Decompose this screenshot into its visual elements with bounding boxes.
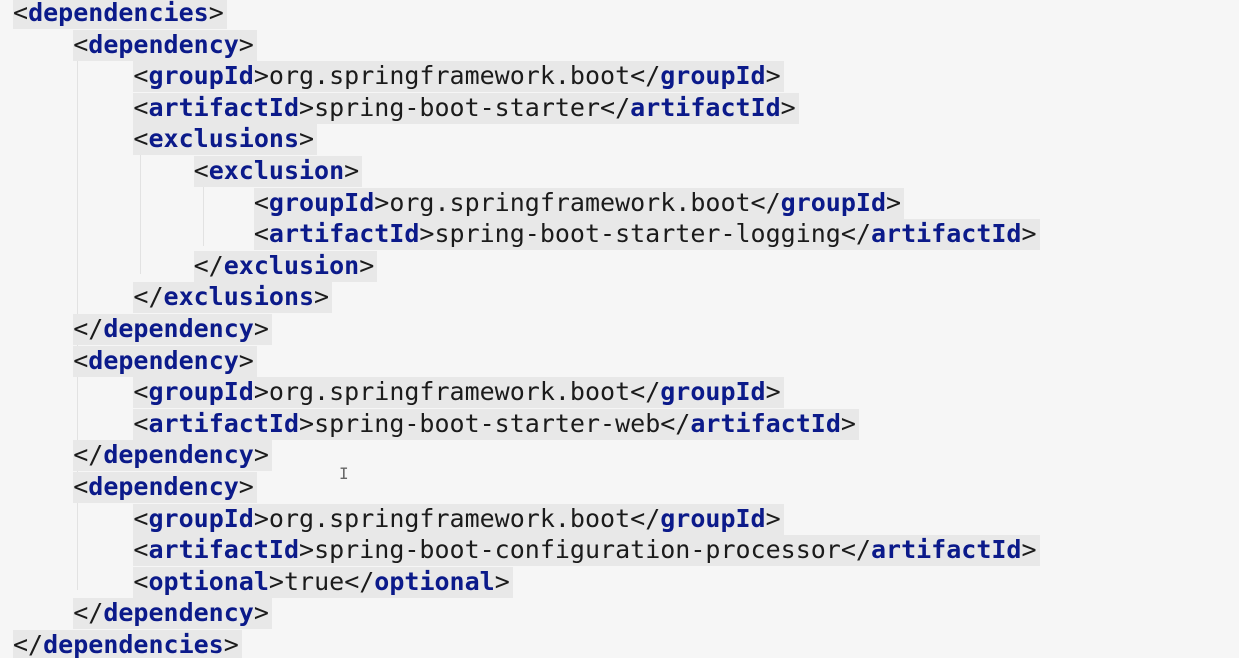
xml-text-value: org.springframework.boot: [268, 61, 631, 91]
xml-element: <exclusion>: [193, 155, 363, 187]
xml-tag-name: optional: [148, 566, 269, 596]
xml-tag-name: artifactId: [268, 219, 420, 249]
xml-element: <dependency>: [73, 29, 257, 61]
xml-element: <dependency>: [73, 471, 257, 503]
xml-code-block[interactable]: <dependencies> <dependency> <groupId>org…: [13, 0, 1040, 658]
xml-tag-name: artifactId: [630, 92, 781, 122]
xml-element: </dependencies>: [13, 629, 242, 658]
xml-tag-name: dependency: [88, 345, 239, 375]
xml-element: </exclusions>: [133, 282, 333, 314]
code-line[interactable]: </exclusion>: [13, 250, 1040, 282]
xml-element: <optional>true</optional>: [133, 566, 513, 598]
xml-tag-name: groupId: [148, 61, 254, 91]
xml-tag-name: groupId: [660, 503, 766, 533]
xml-tag-name: artifactId: [148, 535, 299, 565]
code-line[interactable]: <optional>true</optional>: [13, 566, 1040, 598]
xml-element: <artifactId>spring-boot-starter-web</art…: [133, 408, 859, 440]
code-line[interactable]: <dependency>: [13, 29, 1040, 61]
code-line[interactable]: <dependency>: [13, 345, 1040, 377]
xml-tag-name: exclusion: [208, 155, 345, 185]
code-line[interactable]: <groupId>org.springframework.boot</group…: [13, 187, 1040, 219]
xml-tag-name: exclusions: [163, 282, 315, 312]
xml-element: <groupId>org.springframework.boot</group…: [133, 503, 784, 535]
xml-text-value: true: [283, 566, 345, 596]
code-line[interactable]: <artifactId>spring-boot-configuration-pr…: [13, 534, 1040, 567]
xml-tag-name: dependency: [103, 598, 254, 628]
code-line[interactable]: <artifactId>spring-boot-starter-web</art…: [13, 408, 1040, 440]
code-editor[interactable]: <dependencies> <dependency> <groupId>org…: [0, 0, 1239, 658]
xml-text-value: org.springframework.boot: [268, 503, 631, 533]
xml-element: <dependencies>: [13, 0, 227, 29]
code-line[interactable]: <dependencies>: [13, 0, 1040, 29]
xml-tag-name: groupId: [148, 503, 254, 533]
code-line[interactable]: </dependency>: [13, 439, 1040, 472]
xml-text-value: org.springframework.boot: [268, 377, 631, 407]
xml-element: </dependency>: [73, 313, 272, 345]
xml-tag-name: groupId: [780, 187, 887, 217]
xml-element: <groupId>org.springframework.boot</group…: [253, 187, 905, 219]
code-line[interactable]: <exclusion>: [13, 155, 1040, 187]
xml-tag-name: exclusion: [223, 250, 360, 280]
xml-element: <exclusions>: [133, 124, 318, 156]
text-cursor-icon: I: [339, 464, 349, 483]
xml-tag-name: exclusions: [148, 124, 299, 154]
code-line[interactable]: <artifactId>spring-boot-starter-logging<…: [13, 218, 1040, 251]
xml-text-value: spring-boot-starter-web: [314, 408, 661, 438]
code-line[interactable]: <exclusions>: [13, 123, 1040, 156]
code-line[interactable]: </dependencies>: [13, 629, 1040, 658]
xml-text-value: org.springframework.boot: [389, 187, 751, 217]
xml-element: <groupId>org.springframework.boot</group…: [133, 377, 784, 409]
xml-tag-name: artifactId: [870, 219, 1022, 249]
code-line[interactable]: <dependency>: [13, 471, 1040, 503]
xml-element: <artifactId>spring-boot-starter</artifac…: [133, 92, 799, 124]
code-line[interactable]: <artifactId>spring-boot-starter</artifac…: [13, 92, 1040, 124]
xml-tag-name: groupId: [148, 377, 254, 407]
xml-text-value: spring-boot-starter: [314, 92, 601, 122]
code-line[interactable]: <groupId>org.springframework.boot</group…: [13, 503, 1040, 535]
code-line[interactable]: <groupId>org.springframework.boot</group…: [13, 376, 1040, 409]
xml-text-value: spring-boot-starter-logging: [434, 219, 841, 249]
xml-element: <artifactId>spring-boot-configuration-pr…: [133, 535, 1040, 567]
xml-element: <groupId>org.springframework.boot</group…: [133, 61, 784, 93]
xml-element: </exclusion>: [193, 250, 378, 282]
xml-element: <dependency>: [73, 345, 257, 377]
xml-tag-name: artifactId: [870, 535, 1022, 565]
code-line[interactable]: </exclusions>: [13, 281, 1040, 314]
xml-tag-name: groupId: [268, 187, 375, 217]
code-line[interactable]: </dependency>: [13, 597, 1040, 630]
xml-tag-name: dependency: [88, 471, 239, 501]
xml-tag-name: dependency: [88, 29, 239, 59]
xml-tag-name: dependencies: [43, 629, 224, 658]
xml-tag-name: groupId: [660, 61, 766, 91]
xml-tag-name: artifactId: [148, 92, 299, 122]
xml-tag-name: groupId: [660, 377, 766, 407]
xml-tag-name: dependencies: [28, 0, 209, 27]
xml-tag-name: dependency: [103, 313, 254, 343]
xml-text-value: spring-boot-configuration-processor: [314, 535, 841, 565]
xml-tag-name: optional: [374, 566, 495, 596]
xml-tag-name: dependency: [103, 440, 254, 470]
xml-element: </dependency>: [73, 598, 272, 630]
code-line[interactable]: </dependency>: [13, 313, 1040, 345]
xml-tag-name: artifactId: [690, 408, 841, 438]
xml-element: </dependency>: [73, 440, 272, 472]
code-line[interactable]: <groupId>org.springframework.boot</group…: [13, 60, 1040, 93]
xml-tag-name: artifactId: [148, 408, 299, 438]
xml-element: <artifactId>spring-boot-starter-logging<…: [253, 219, 1040, 251]
